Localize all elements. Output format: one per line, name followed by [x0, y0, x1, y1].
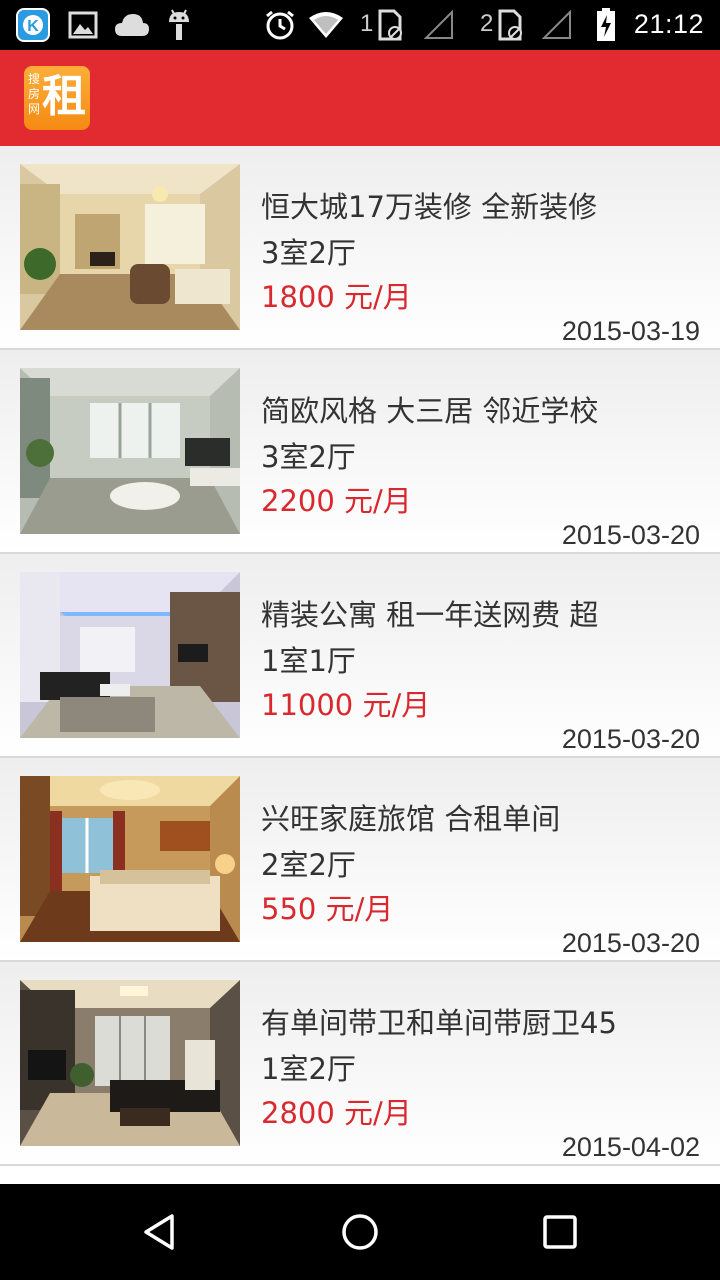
- listing-title: 兴旺家庭旅馆 合租单间: [261, 802, 561, 836]
- listing-rooms: 3室2厅: [261, 236, 356, 270]
- android-icon: [166, 8, 192, 42]
- listing-price: 1800 元/月: [261, 280, 412, 314]
- listing-price: 11000 元/月: [261, 688, 431, 722]
- listing-thumbnail: [20, 572, 240, 738]
- clock: 21:12: [633, 9, 704, 39]
- app-logo[interactable]: 搜房网 租: [24, 66, 90, 130]
- listing-thumbnail: [20, 368, 240, 534]
- nav-bar: [0, 1184, 720, 1280]
- listing-title: 简欧风格 大三居 邻近学校: [261, 394, 599, 428]
- listing-date: 2015-03-19: [561, 316, 700, 346]
- listing-price: 2800 元/月: [261, 1096, 412, 1130]
- sim2-icon: [496, 8, 524, 42]
- listing-thumbnail: [20, 980, 240, 1146]
- listing-thumbnail: [20, 164, 240, 330]
- listing-date: 2015-04-02: [561, 1132, 700, 1162]
- signal-icon: [424, 8, 454, 42]
- listing-date: 2015-03-20: [561, 928, 700, 958]
- listing-title: 精装公寓 租一年送网费 超: [261, 598, 599, 632]
- listing-list[interactable]: 恒大城17万装修 全新装修 3室2厅 1800 元/月 2015-03-19 简…: [0, 146, 720, 1184]
- sim1-icon: [376, 8, 404, 42]
- app-bar: 搜房网 租: [0, 50, 720, 146]
- list-item[interactable]: 精装公寓 租一年送网费 超 1室1厅 11000 元/月 2015-03-20: [0, 554, 720, 758]
- k-app-icon: K: [16, 8, 50, 42]
- listing-price: 2200 元/月: [261, 484, 412, 518]
- battery-icon: [596, 8, 616, 42]
- list-item[interactable]: 有单间带卫和单间带厨卫45 1室2厅 2800 元/月 2015-04-02: [0, 962, 720, 1166]
- svg-text:K: K: [27, 18, 39, 35]
- list-item[interactable]: 恒大城17万装修 全新装修 3室2厅 1800 元/月 2015-03-19: [0, 146, 720, 350]
- sim2-label: 2: [480, 10, 494, 37]
- listing-title: 有单间带卫和单间带厨卫45: [261, 1006, 617, 1040]
- gallery-icon: [68, 8, 98, 42]
- logo-big-text: 租: [42, 71, 86, 122]
- recents-icon[interactable]: [532, 1204, 588, 1260]
- alarm-icon: [264, 8, 296, 42]
- logo-small-text: 搜房网: [28, 72, 41, 116]
- sim1-label: 1: [360, 10, 374, 37]
- listing-date: 2015-03-20: [561, 724, 700, 754]
- home-icon[interactable]: [332, 1204, 388, 1260]
- listing-rooms: 1室2厅: [261, 1052, 356, 1086]
- signal-icon: [542, 8, 572, 42]
- listing-rooms: 3室2厅: [261, 440, 356, 474]
- cloud-icon: [114, 8, 150, 42]
- list-item[interactable]: 兴旺家庭旅馆 合租单间 2室2厅 550 元/月 2015-03-20: [0, 758, 720, 962]
- listing-date: 2015-03-20: [561, 520, 700, 550]
- listing-rooms: 2室2厅: [261, 848, 356, 882]
- listing-rooms: 1室1厅: [261, 644, 356, 678]
- wifi-icon: [308, 8, 344, 42]
- listing-price: 550 元/月: [261, 892, 394, 926]
- back-icon[interactable]: [132, 1204, 188, 1260]
- list-item[interactable]: 简欧风格 大三居 邻近学校 3室2厅 2200 元/月 2015-03-20: [0, 350, 720, 554]
- listing-title: 恒大城17万装修 全新装修: [261, 190, 598, 224]
- listing-thumbnail: [20, 776, 240, 942]
- status-bar: K 1 2 21:12: [0, 0, 720, 50]
